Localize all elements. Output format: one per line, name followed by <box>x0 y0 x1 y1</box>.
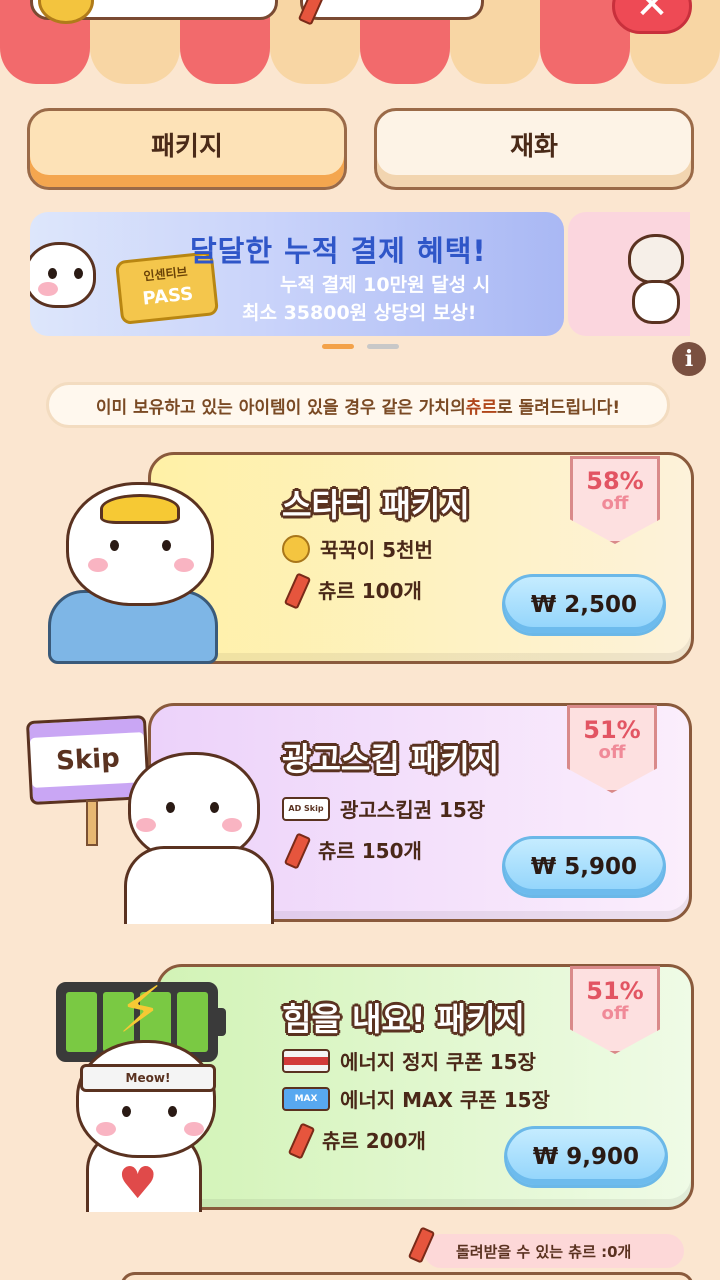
package-item-label: 에너지 정지 쿠폰 15장 <box>340 1050 536 1074</box>
package-item-ad-skip-2: 츄르 150개 <box>284 834 422 864</box>
close-button[interactable]: ✕ <box>612 0 692 34</box>
price-label: ₩ 2,500 <box>530 592 638 618</box>
package-item-ad-skip-1: AD Skip 광고스킵권 15장 <box>282 794 485 823</box>
package-title-energy: 힘을 내요! 패키지 <box>282 1000 525 1038</box>
meow-headband: Meow! <box>80 1064 216 1092</box>
discount-off: off <box>601 493 629 514</box>
price-label: ₩ 9,900 <box>532 1144 640 1170</box>
refund-count: 0개 <box>607 1242 632 1261</box>
refund-notice: 이미 보유하고 있는 아이템이 있을 경우 같은 가치의 츄르 로 돌려드립니다! <box>46 382 670 428</box>
tab-package[interactable]: 패키지 <box>27 108 347 190</box>
package-item-label: 꾹꾹이 5천번 <box>320 538 433 562</box>
notice-text-before: 이미 보유하고 있는 아이템이 있을 경우 같은 가치의 <box>95 397 466 418</box>
banner-line-2: 최소 35800원 상당의 보상! <box>242 302 477 324</box>
buy-button-energy[interactable]: ₩ 9,900 <box>504 1126 668 1188</box>
energy-stop-coupon-icon <box>282 1048 330 1073</box>
package-item-label: 츄르 150개 <box>318 838 422 863</box>
package-item-energy-3: 츄르 200개 <box>288 1124 426 1154</box>
coin-icon <box>282 534 310 563</box>
banner-cat-mascot <box>30 212 130 336</box>
package-title-ad-skip: 광고스킵 패키지 <box>282 740 500 778</box>
churu-balance-pill <box>300 0 484 20</box>
banner-page-dot-active[interactable] <box>322 344 354 349</box>
starter-cat-mascot <box>44 470 224 666</box>
info-button[interactable]: i <box>672 342 706 376</box>
churu-icon <box>408 1228 432 1258</box>
refund-label: 돌려받을 수 있는 츄르 : <box>456 1242 608 1261</box>
buy-button-ad-skip[interactable]: ₩ 5,900 <box>502 836 666 898</box>
banner-title: 달달한 누적 결제 혜택! <box>190 234 487 268</box>
churu-icon <box>284 574 308 604</box>
package-item-energy-2: MAX 에너지 MAX 쿠폰 15장 <box>282 1084 550 1113</box>
pass-ticket-word: PASS <box>141 283 195 310</box>
close-icon: ✕ <box>635 0 669 28</box>
promo-banner[interactable]: 인센티브 PASS 달달한 누적 결제 혜택! 누적 결제 10만원 달성 시 … <box>30 212 564 336</box>
heart-icon: ♥ <box>118 1158 158 1209</box>
discount-percent: 58% <box>586 467 644 495</box>
banner-line-1: 누적 결제 10만원 달성 시 <box>280 274 491 296</box>
notice-highlight: 츄르 <box>465 397 497 418</box>
notice-text-after: 로 돌려드립니다! <box>497 397 621 418</box>
buy-button-starter[interactable]: ₩ 2,500 <box>502 574 666 636</box>
tab-currency[interactable]: 재화 <box>374 108 694 190</box>
package-item-energy-1: 에너지 정지 쿠폰 15장 <box>282 1046 536 1075</box>
package-card-next[interactable] <box>120 1272 694 1280</box>
package-item-starter-2: 츄르 100개 <box>284 574 422 604</box>
churu-icon <box>298 0 322 20</box>
skip-sign-stick <box>86 800 98 846</box>
ad-skip-cat-mascot <box>110 742 290 924</box>
package-item-label: 츄르 200개 <box>322 1128 426 1153</box>
package-title-starter: 스타터 패키지 <box>282 486 470 524</box>
discount-percent: 51% <box>583 716 641 744</box>
churu-icon <box>284 834 308 864</box>
banner-next-cat-mascot <box>618 224 688 324</box>
discount-off: off <box>598 742 626 763</box>
headband-text: Meow! <box>125 1071 171 1085</box>
info-icon: i <box>684 346 694 372</box>
discount-percent: 51% <box>586 977 644 1005</box>
banner-page-dot[interactable] <box>367 344 399 349</box>
ad-skip-ticket-icon: AD Skip <box>282 796 330 821</box>
pass-ticket-top: 인센티브 <box>142 264 189 284</box>
discount-off: off <box>601 1003 629 1024</box>
next-banner-preview[interactable] <box>568 212 690 336</box>
package-item-starter-1: 꾹꾹이 5천번 <box>282 534 433 563</box>
package-item-label: 광고스킵권 15장 <box>340 798 486 822</box>
package-item-label: 에너지 MAX 쿠폰 15장 <box>340 1088 550 1112</box>
energy-max-coupon-icon: MAX <box>282 1086 330 1111</box>
tab-package-label: 패키지 <box>151 131 223 162</box>
price-label: ₩ 5,900 <box>530 854 638 880</box>
churu-icon <box>288 1124 312 1154</box>
tab-currency-label: 재화 <box>510 131 558 162</box>
package-item-label: 츄르 100개 <box>318 578 422 603</box>
refund-churu-counter: 돌려받을 수 있는 츄르 : 0개 <box>424 1234 684 1268</box>
